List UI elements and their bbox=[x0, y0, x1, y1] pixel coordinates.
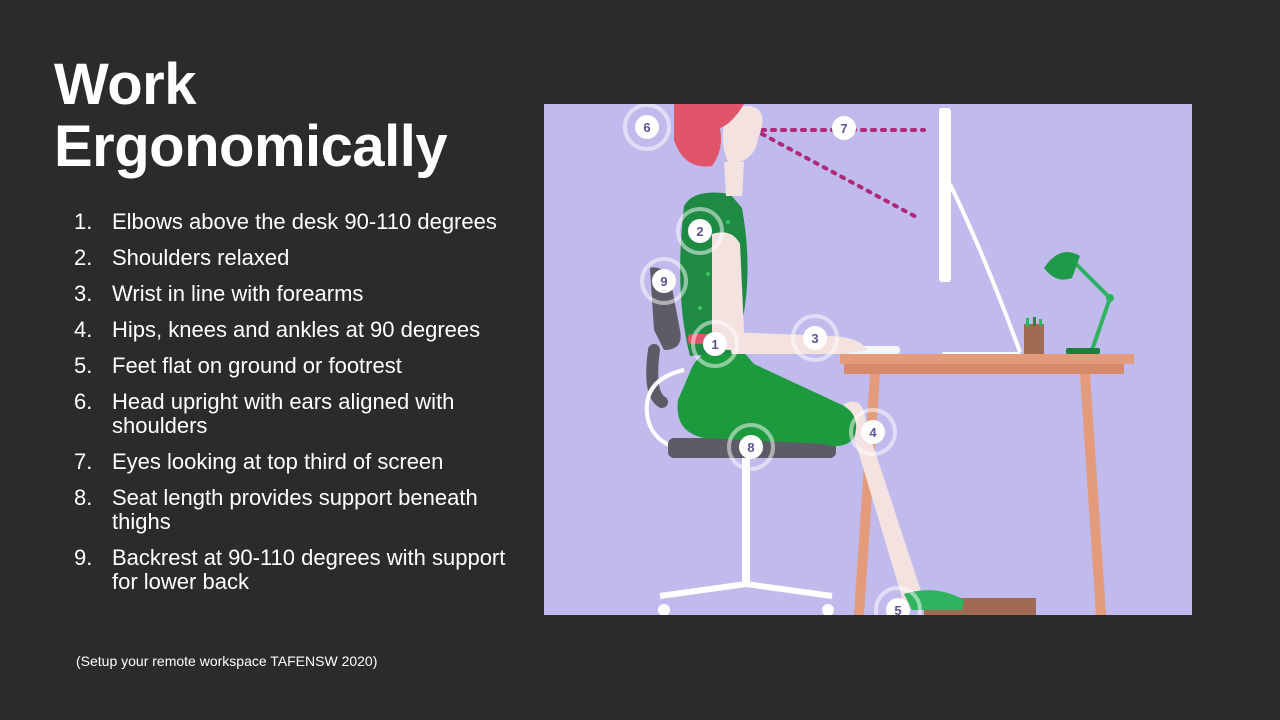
marker-label: 4 bbox=[869, 425, 877, 440]
list-item-text: Wrist in line with forearms bbox=[112, 281, 364, 306]
list-item-number: 4. bbox=[74, 317, 93, 342]
marker-label: 9 bbox=[660, 274, 667, 289]
marker-label: 3 bbox=[811, 331, 818, 346]
title-line-1: Work bbox=[54, 52, 196, 117]
list-item-text: Feet flat on ground or footrest bbox=[112, 353, 402, 378]
workstation-svg: 1 2 3 4 5 6 7 8 9 bbox=[544, 104, 1192, 615]
list-item-text: Backrest at 90-110 degrees with support … bbox=[112, 545, 506, 594]
marker-label: 2 bbox=[696, 224, 703, 239]
list-item-text: Head upright with ears aligned with shou… bbox=[112, 389, 455, 438]
marker-label: 6 bbox=[643, 120, 650, 135]
list-item-number: 3. bbox=[74, 281, 93, 306]
slide-title: Work Ergonomically bbox=[54, 52, 448, 179]
list-item: 2. Shoulders relaxed bbox=[74, 246, 514, 270]
list-item-number: 1. bbox=[74, 209, 93, 234]
list-item-number: 6. bbox=[74, 389, 93, 414]
marker-7: 7 bbox=[832, 116, 856, 140]
pencil-cup-icon bbox=[1024, 317, 1044, 354]
list-item: 8. Seat length provides support beneath t… bbox=[74, 486, 514, 534]
list-item-number: 8. bbox=[74, 485, 93, 510]
list-item-number: 9. bbox=[74, 545, 93, 570]
ergonomic-workstation-illustration: 1 2 3 4 5 6 7 8 9 bbox=[544, 104, 1192, 615]
list-item: 9. Backrest at 90-110 degrees with suppor… bbox=[74, 546, 514, 594]
list-item-number: 5. bbox=[74, 353, 93, 378]
marker-label: 5 bbox=[894, 603, 901, 615]
list-item-text: Eyes looking at top third of screen bbox=[112, 449, 444, 474]
marker-label: 1 bbox=[711, 337, 718, 352]
list-item: 5. Feet flat on ground or footrest bbox=[74, 354, 514, 378]
list-item: 1. Elbows above the desk 90-110 degrees bbox=[74, 210, 514, 234]
list-item-text: Elbows above the desk 90-110 degrees bbox=[112, 209, 497, 234]
list-item-number: 7. bbox=[74, 449, 93, 474]
ergonomics-list: 1. Elbows above the desk 90-110 degrees 2… bbox=[74, 210, 514, 606]
marker-label: 7 bbox=[840, 121, 847, 136]
list-item: 3. Wrist in line with forearms bbox=[74, 282, 514, 306]
citation: (Setup your remote workspace TAFENSW 202… bbox=[76, 653, 378, 669]
list-item-number: 2. bbox=[74, 245, 93, 270]
list-item: 6. Head upright with ears aligned with sh… bbox=[74, 390, 514, 438]
list-item-text: Seat length provides support beneath thi… bbox=[112, 485, 478, 534]
marker-label: 8 bbox=[747, 440, 754, 455]
list-item-text: Shoulders relaxed bbox=[112, 245, 290, 270]
list-item-text: Hips, knees and ankles at 90 degrees bbox=[112, 317, 481, 342]
list-item: 7. Eyes looking at top third of screen bbox=[74, 450, 514, 474]
title-line-2: Ergonomically bbox=[54, 114, 448, 179]
list-item: 4. Hips, knees and ankles at 90 degrees bbox=[74, 318, 514, 342]
